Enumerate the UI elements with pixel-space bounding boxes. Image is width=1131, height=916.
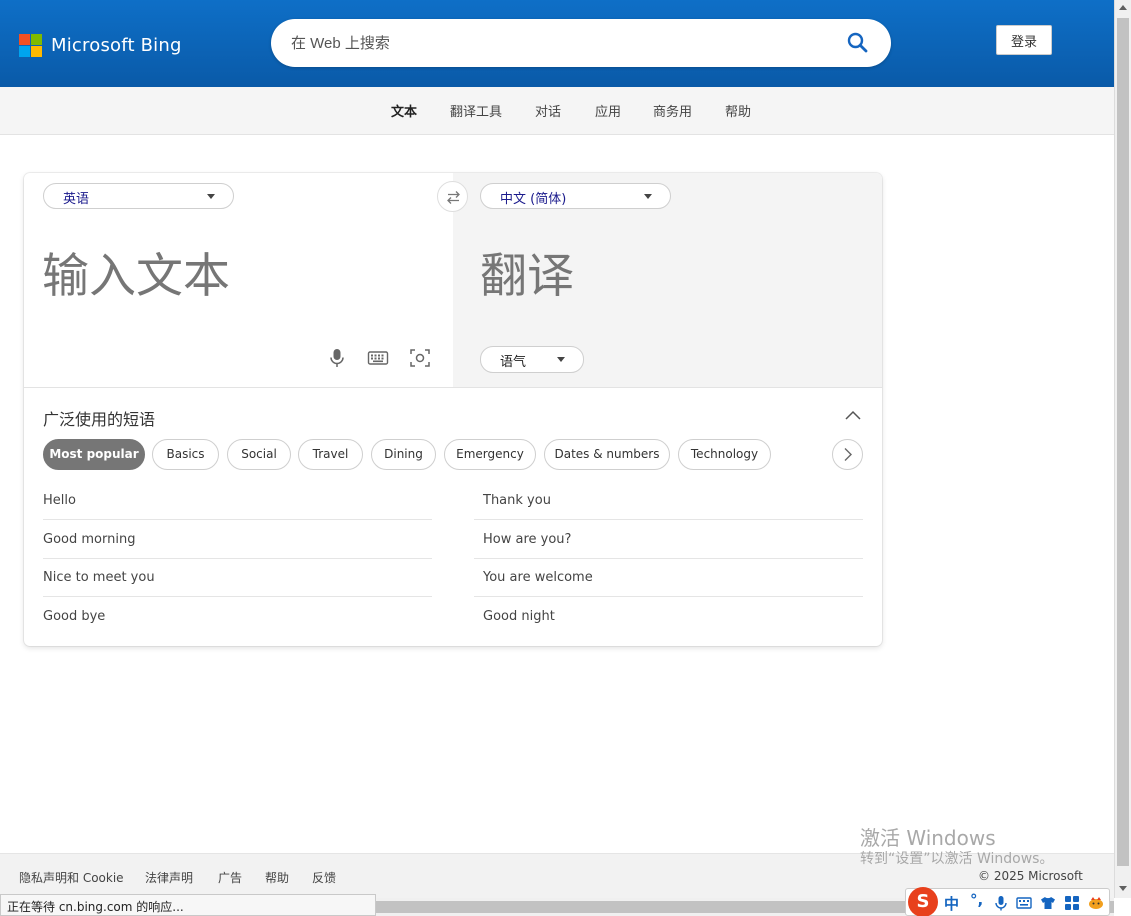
phrase-item[interactable]: Good morning xyxy=(43,520,432,559)
chip-most-popular[interactable]: Most popular xyxy=(43,439,145,470)
chip-dining[interactable]: Dining xyxy=(371,439,436,470)
copyright: © 2025 Microsoft xyxy=(978,869,1083,883)
pane-divider xyxy=(24,387,882,388)
login-button[interactable]: 登录 xyxy=(996,25,1052,55)
subnav-text[interactable]: 文本 xyxy=(391,101,417,120)
chevron-up-icon[interactable] xyxy=(844,407,862,425)
chip-travel[interactable]: Travel xyxy=(298,439,363,470)
subnav-apps[interactable]: 应用 xyxy=(595,101,621,120)
footer-ads-link[interactable]: 广告 xyxy=(218,869,242,886)
phrase-text: How are you? xyxy=(483,532,572,547)
translation-output: 翻译 xyxy=(480,249,574,304)
chevron-right-icon xyxy=(844,448,852,461)
scroll-up-icon[interactable] xyxy=(1119,5,1127,10)
brand-name: Microsoft Bing xyxy=(51,35,182,56)
ime-microphone-icon[interactable] xyxy=(993,895,1009,911)
footer-help-link[interactable]: 帮助 xyxy=(265,869,289,886)
phrase-item[interactable]: Hello xyxy=(43,481,432,520)
swap-icon xyxy=(447,191,460,204)
translator-subnav: 文本 翻译工具 对话 应用 商务用 帮助 xyxy=(0,87,1114,135)
chip-technology[interactable]: Technology xyxy=(678,439,771,470)
search-icon[interactable] xyxy=(845,30,871,56)
sogou-logo-icon[interactable]: S xyxy=(908,887,938,916)
tone-select[interactable]: 语气 xyxy=(480,346,584,373)
ime-punctuation-toggle[interactable]: °, xyxy=(970,891,983,909)
phrase-text: Good night xyxy=(483,609,555,624)
scrollbar-thumb[interactable] xyxy=(1117,18,1129,866)
bing-header: Microsoft Bing 登录 xyxy=(0,0,1114,87)
source-text-input[interactable]: 输入文本 xyxy=(42,237,230,306)
ime-skin-icon[interactable] xyxy=(1040,895,1056,911)
status-text: 正在等待 cn.bing.com 的响应... xyxy=(7,900,184,914)
scroll-down-icon[interactable] xyxy=(1119,886,1127,891)
phrase-text: Thank you xyxy=(483,493,551,508)
chevron-down-icon xyxy=(644,194,652,199)
ime-mascot-icon[interactable] xyxy=(1088,895,1104,911)
swap-languages-button[interactable] xyxy=(437,181,468,212)
phrase-text: Good morning xyxy=(43,532,136,547)
chevron-down-icon xyxy=(557,357,565,362)
microsoft-bing-logo[interactable]: Microsoft Bing xyxy=(19,34,182,57)
target-language-select[interactable]: 中文 (简体) xyxy=(480,183,671,209)
phrase-text: You are welcome xyxy=(483,570,593,585)
phrase-text: Nice to meet you xyxy=(43,570,155,585)
vertical-scrollbar[interactable] xyxy=(1114,0,1131,898)
phrases-title: 广泛使用的短语 xyxy=(43,410,156,429)
ime-keyboard-icon[interactable] xyxy=(1016,895,1032,911)
phrase-item[interactable]: Good night xyxy=(474,597,863,636)
phrase-text: Hello xyxy=(43,493,76,508)
search-input[interactable] xyxy=(291,31,831,55)
chevron-down-icon xyxy=(207,194,215,199)
ime-toolbar: S 中 °, xyxy=(905,887,1110,916)
subnav-translation-tools[interactable]: 翻译工具 xyxy=(450,101,502,120)
ime-mode-toggle[interactable]: 中 xyxy=(944,893,959,914)
camera-scan-icon[interactable] xyxy=(409,347,431,369)
phrase-item[interactable]: Good bye xyxy=(43,597,432,636)
subnav-business[interactable]: 商务用 xyxy=(653,101,692,120)
keyboard-icon[interactable] xyxy=(367,347,389,369)
translator-card: 英语 中文 (简体) 输入文本 翻译 语气 广泛使用的短语 Most popul… xyxy=(24,173,882,646)
footer-privacy-link[interactable]: 隐私声明和 Cookie xyxy=(19,869,124,886)
chip-social[interactable]: Social xyxy=(227,439,291,470)
chips-next-button[interactable] xyxy=(832,439,863,470)
search-box xyxy=(271,19,891,67)
tone-label: 语气 xyxy=(500,355,527,370)
source-language-select[interactable]: 英语 xyxy=(43,183,234,209)
windows-activation-subtitle: 转到“设置”以激活 Windows。 xyxy=(860,851,1054,867)
microsoft-logo-icon xyxy=(19,34,42,57)
phrase-item[interactable]: How are you? xyxy=(474,520,863,559)
phrase-text: Good bye xyxy=(43,609,106,624)
footer-legal-link[interactable]: 法律声明 xyxy=(145,869,193,886)
phrase-item[interactable]: Thank you xyxy=(474,481,863,520)
subnav-conversation[interactable]: 对话 xyxy=(535,101,561,120)
chip-dates-numbers[interactable]: Dates & numbers xyxy=(544,439,670,470)
chip-emergency[interactable]: Emergency xyxy=(444,439,536,470)
subnav-help[interactable]: 帮助 xyxy=(725,101,751,120)
phrase-item[interactable]: You are welcome xyxy=(474,558,863,597)
source-language-label: 英语 xyxy=(63,192,90,207)
ime-toolbox-icon[interactable] xyxy=(1064,895,1080,911)
microphone-icon[interactable] xyxy=(326,347,348,369)
target-language-label: 中文 (简体) xyxy=(500,192,567,207)
phrase-item[interactable]: Nice to meet you xyxy=(43,558,432,597)
browser-status-bar: 正在等待 cn.bing.com 的响应... xyxy=(0,894,376,916)
footer-feedback-link[interactable]: 反馈 xyxy=(312,869,336,886)
chip-basics[interactable]: Basics xyxy=(152,439,219,470)
windows-activation-title: 激活 Windows xyxy=(860,826,996,850)
